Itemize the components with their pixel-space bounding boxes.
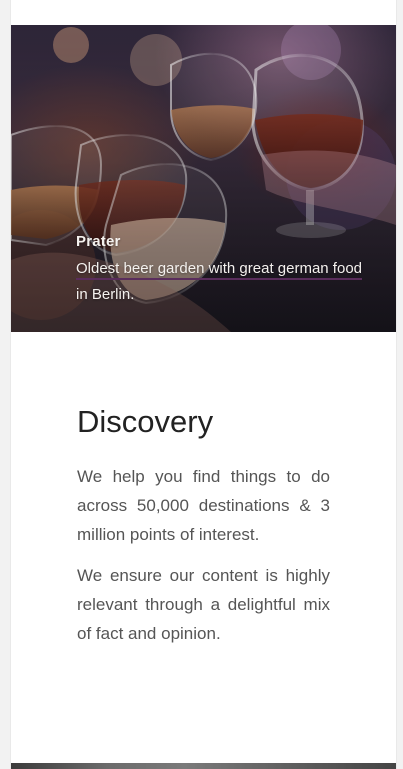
discovery-paragraph-1: We help you find things to do across 50,… [77, 467, 330, 544]
hero-description: Oldest beer garden with great german foo… [76, 256, 376, 308]
discovery-section: Discovery We help you find things to do … [77, 404, 330, 660]
hero-description-rest: in Berlin. [76, 286, 135, 303]
hero-description-link[interactable]: Oldest beer garden with great german foo… [76, 260, 363, 280]
hero-caption: Prater Oldest beer garden with great ger… [76, 233, 376, 308]
hero-card[interactable]: Prater Oldest beer garden with great ger… [11, 25, 396, 332]
discovery-paragraph-2: We ensure our content is highly relevant… [77, 566, 330, 643]
next-image-strip [11, 763, 396, 769]
discovery-heading: Discovery [77, 404, 214, 439]
page: Prater Oldest beer garden with great ger… [11, 0, 396, 769]
hero-title: Prater [76, 233, 121, 250]
